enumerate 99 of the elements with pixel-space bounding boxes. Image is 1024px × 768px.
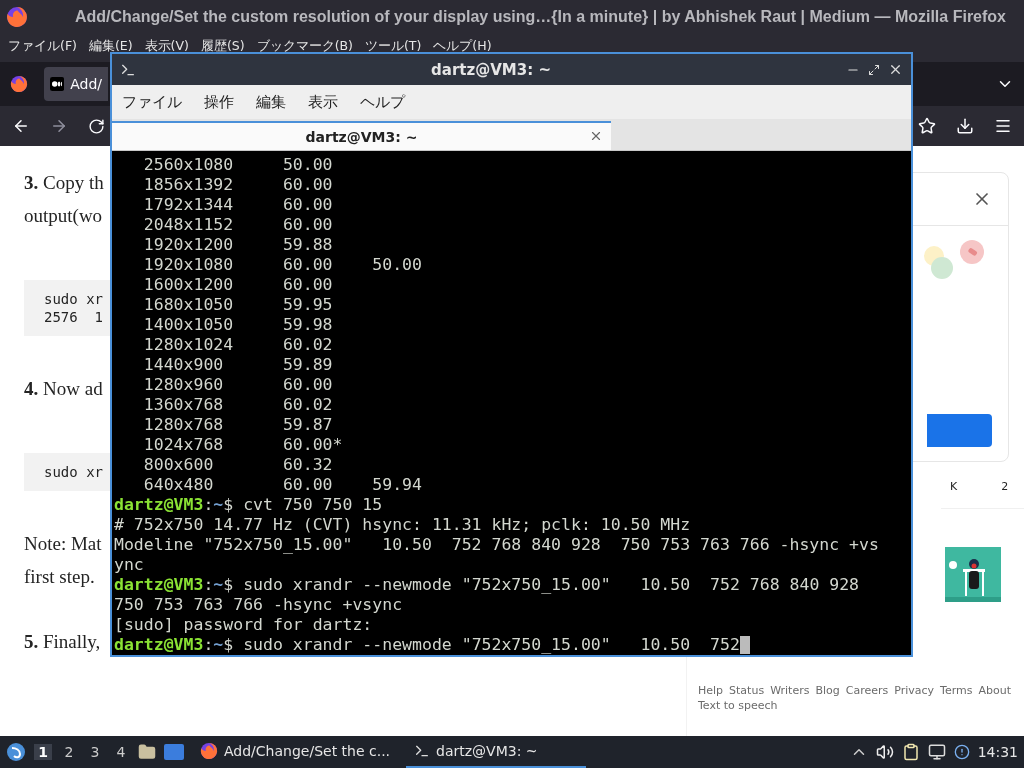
terminal-command: cvt 750 750 15: [242, 495, 383, 515]
menu-item[interactable]: ヘルプ(H): [433, 40, 492, 52]
terminal-command: sudo xrandr --newmode "752x750_15.00" 10.50 752: [242, 635, 740, 655]
clipboard-icon[interactable]: [901, 743, 920, 761]
sidebar-text: K: [950, 479, 958, 493]
article-text: first step.: [24, 565, 95, 589]
terminal-output: ync: [114, 555, 144, 575]
workspace-button[interactable]: 1: [34, 744, 52, 760]
prompt-separator: :: [203, 635, 214, 655]
menu-item[interactable]: 表示: [308, 92, 338, 112]
terminal-output: 1400x1050 59.98: [142, 315, 333, 335]
article-text: 5. Finally,: [24, 630, 101, 654]
footer-link[interactable]: Privacy: [894, 684, 935, 697]
menu-icon[interactable]: [994, 117, 1012, 135]
menu-item[interactable]: ファイル(F): [8, 40, 77, 52]
menu-item[interactable]: 操作: [204, 92, 234, 112]
star-icon[interactable]: [918, 117, 936, 135]
prompt-path: ~: [213, 635, 224, 655]
workspace-button[interactable]: 4: [112, 744, 130, 760]
article-text: Note: Mat: [24, 532, 102, 556]
forward-icon[interactable]: [50, 117, 68, 135]
menu-item[interactable]: ヘルプ: [360, 92, 405, 112]
close-icon[interactable]: [589, 129, 603, 143]
folder-icon[interactable]: [138, 743, 156, 761]
terminal-output: Modeline "752x750_15.00" 10.50 752 768 840 928 750 753 763 766 -hsync +vs: [114, 535, 879, 555]
terminal-icon: [414, 743, 431, 759]
prompt-user: dartz@VM3: [114, 635, 204, 655]
terminal-output: 800x600 60.32: [142, 455, 333, 475]
menu-item[interactable]: ブックマーク(B): [256, 40, 353, 52]
terminal-output: 1360x768 60.02: [142, 395, 333, 415]
terminal-output: 1440x900 59.89: [142, 355, 333, 375]
reload-icon[interactable]: [88, 117, 105, 135]
footer-link[interactable]: Help: [698, 684, 724, 697]
prompt-separator: :: [203, 495, 214, 515]
article-text: output(wo: [24, 204, 103, 228]
start-menu-icon[interactable]: [6, 742, 26, 762]
terminal-output: 1792x1344 60.00: [142, 195, 333, 215]
article-text: 4. Now ad: [24, 377, 103, 401]
prompt-symbol: $: [223, 635, 234, 655]
firefox-icon: [6, 6, 28, 28]
menu-item[interactable]: 履歴(S): [200, 40, 245, 52]
terminal-output: 2048x1152 60.00: [142, 215, 333, 235]
terminal-tab[interactable]: dartz@VM3: ~: [112, 121, 611, 150]
menu-item[interactable]: ツール(T): [364, 40, 422, 52]
medium-logo-icon: [50, 75, 65, 93]
maximize-icon[interactable]: [868, 63, 880, 76]
firefox-icon: [10, 75, 28, 93]
terminal-output: 1680x1050 59.95: [142, 295, 333, 315]
menu-item[interactable]: 編集(E): [88, 40, 133, 52]
clock: 14:31: [977, 744, 1018, 760]
footer-link[interactable]: Blog: [815, 684, 840, 697]
workspace-button[interactable]: 2: [60, 744, 78, 760]
footer-link[interactable]: Writers: [770, 684, 810, 697]
footer-link[interactable]: About: [978, 684, 1012, 697]
prompt-path: ~: [213, 495, 224, 515]
menu-item[interactable]: 編集: [256, 92, 286, 112]
footer-link[interactable]: Careers: [845, 684, 889, 697]
article-text: 3. Copy th: [24, 171, 104, 195]
menu-item[interactable]: ファイル: [122, 92, 182, 112]
footer-link[interactable]: Terms: [940, 684, 973, 697]
workspace-button[interactable]: 3: [86, 744, 104, 760]
prompt-separator: :: [203, 575, 214, 595]
terminal-output: # 752x750 14.77 Hz (CVT) hsync: 11.31 kHz; pclk: 10.50 MHz: [114, 515, 691, 535]
download-icon[interactable]: [956, 117, 974, 135]
terminal-command: sudo xrandr --newmode "752x750_15.00" 10.50 752 768 840 928: [242, 575, 860, 595]
terminal-output: [sudo] password for dartz:: [114, 615, 373, 635]
window-title: dartz@VM3: ~: [431, 60, 551, 79]
footer-link[interactable]: Text to speech: [698, 699, 778, 712]
menu-item[interactable]: 表示(V): [144, 40, 189, 52]
terminal-output: 1920x1200 59.88: [142, 235, 333, 255]
terminal-output: 750 753 763 766 -hsync +vsync: [114, 595, 403, 615]
firefox-icon: [200, 742, 218, 760]
code-line: sudo xr: [44, 290, 103, 308]
prompt-user: dartz@VM3: [114, 575, 204, 595]
browser-tab[interactable]: Add/: [44, 67, 108, 101]
prompt-path: ~: [213, 575, 224, 595]
notification-icon[interactable]: [953, 744, 970, 760]
prompt-symbol: $: [223, 575, 234, 595]
footer-link[interactable]: Status: [729, 684, 765, 697]
terminal-output: 640x480 60.00 59.94: [142, 475, 422, 495]
network-icon[interactable]: [927, 743, 946, 761]
terminal-output: 1024x768 60.00*: [142, 435, 343, 455]
back-icon[interactable]: [12, 117, 30, 135]
terminal-output: 1280x1024 60.02: [142, 335, 333, 355]
terminal-output: 1856x1392 60.00: [142, 175, 333, 195]
terminal-output: 2560x1080 50.00: [142, 155, 333, 175]
prompt-user: dartz@VM3: [114, 495, 204, 515]
window-title: Add/Change/Set the custom resolution of your display using…{In a minute} | by Abhishek Raut | Medium — Mozilla Firefox: [74, 8, 1006, 26]
volume-icon[interactable]: [875, 743, 894, 761]
code-line: sudo xr: [44, 463, 103, 481]
code-line: 2576 1: [44, 308, 103, 326]
sidebar-text: 2: [1001, 479, 1009, 493]
taskbar-task[interactable]: Add/Change/Set the c...: [192, 736, 399, 768]
terminal-output: 1280x960 60.00: [142, 375, 333, 395]
prompt-symbol: $: [223, 495, 234, 515]
terminal-output: 1280x768 59.87: [142, 415, 333, 435]
terminal-output: 1920x1080 60.00 50.00: [142, 255, 422, 275]
taskbar-task[interactable]: dartz@VM3: ~: [406, 736, 587, 768]
terminal-output: 1600x1200 60.00: [142, 275, 333, 295]
